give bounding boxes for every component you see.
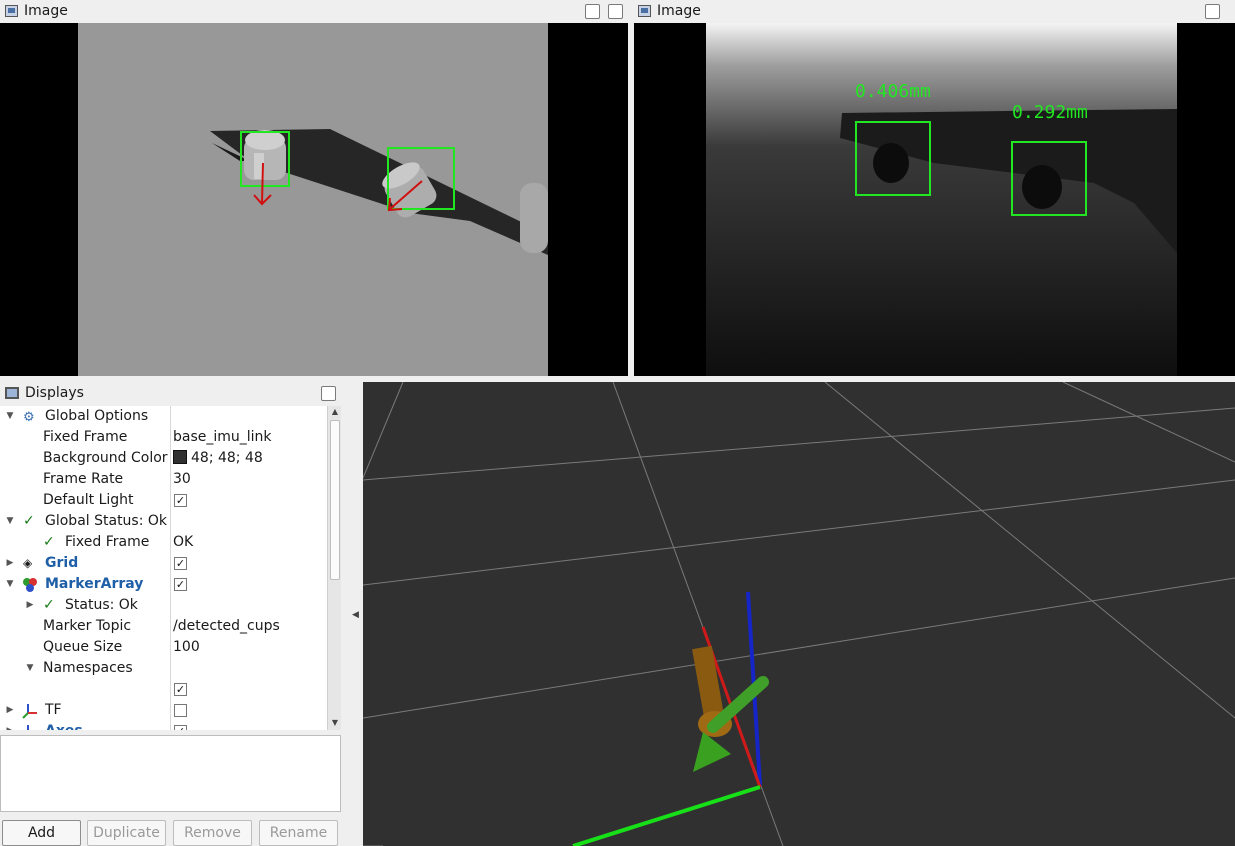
remove-button[interactable]: Remove <box>173 820 252 846</box>
description-box <box>0 735 341 812</box>
tree-row-queue-size[interactable]: Queue Size 100 <box>0 637 327 658</box>
chevron-down-icon[interactable]: ▼ <box>25 658 35 679</box>
displays-tree[interactable]: ▼ ⚙ Global Options Fixed Frame base_imu_… <box>0 406 327 730</box>
grid-checkbox[interactable]: ✓ <box>174 557 187 570</box>
close-button[interactable] <box>608 4 623 19</box>
image-panel-right-titlebar: Image <box>633 0 1235 22</box>
image-view-right: 0.406mm 0.292mm <box>634 23 1235 376</box>
markers-icon <box>22 577 38 593</box>
undock-button[interactable] <box>1205 4 1220 19</box>
depth-label: 0.406mm <box>855 81 931 102</box>
tree-row-status-fixed-frame[interactable]: ✓ Fixed Frame OK <box>0 532 327 553</box>
tree-row-global-status[interactable]: ▼ ✓ Global Status: Ok <box>0 511 327 532</box>
image-panel-right-title: Image <box>657 3 701 19</box>
gear-icon: ⚙ <box>23 410 35 425</box>
tf-checkbox[interactable] <box>174 704 187 717</box>
check-icon: ✓ <box>23 513 35 529</box>
tree-row-fixed-frame[interactable]: Fixed Frame base_imu_link <box>0 427 327 448</box>
tree-row-marker-topic[interactable]: Marker Topic /detected_cups <box>0 616 327 637</box>
tree-row-grid[interactable]: ▶ ◈ Grid ✓ <box>0 553 327 574</box>
duplicate-button[interactable]: Duplicate <box>87 820 166 846</box>
scroll-down-icon[interactable]: ▼ <box>328 717 342 729</box>
rename-button[interactable]: Rename <box>259 820 338 846</box>
color-swatch <box>173 450 187 464</box>
chevron-right-icon[interactable]: ▶ <box>5 700 15 721</box>
check-icon: ✓ <box>43 597 55 613</box>
tree-row-default-light[interactable]: Default Light ✓ <box>0 490 327 511</box>
tree-scrollbar[interactable]: ▲ ▼ <box>327 406 341 730</box>
tree-row-namespace-item[interactable]: ✓ <box>0 679 327 700</box>
chevron-down-icon[interactable]: ▼ <box>5 511 15 532</box>
tree-row-global-options[interactable]: ▼ ⚙ Global Options <box>0 406 327 427</box>
tree-row-markerarray[interactable]: ▼ MarkerArray ✓ <box>0 574 327 595</box>
depth-label: 0.292mm <box>1012 102 1088 123</box>
image-view-left <box>0 23 628 376</box>
chevron-down-icon[interactable]: ▼ <box>5 406 15 427</box>
scroll-up-icon[interactable]: ▲ <box>328 406 342 418</box>
render-viewport[interactable] <box>363 382 1235 846</box>
image-panel-left-title: Image <box>24 3 68 19</box>
grid-icon: ◈ <box>23 556 33 570</box>
tree-row-frame-rate[interactable]: Frame Rate 30 <box>0 469 327 490</box>
tree-row-status-ok[interactable]: ▶ ✓ Status: Ok <box>0 595 327 616</box>
image-icon <box>638 5 651 17</box>
image-icon <box>5 5 18 17</box>
collapse-arrow-icon[interactable]: ◀ <box>352 610 359 620</box>
axes-checkbox[interactable]: ✓ <box>174 725 187 730</box>
displays-titlebar: Displays <box>0 382 341 404</box>
tree-row-tf[interactable]: ▶ TF <box>0 700 327 721</box>
add-button[interactable]: Add <box>2 820 81 846</box>
default-light-checkbox[interactable]: ✓ <box>174 494 187 507</box>
image-panel-left-titlebar: Image <box>0 0 628 22</box>
tree-row-background-color[interactable]: Background Color 48; 48; 48 <box>0 448 327 469</box>
tree-row-namespaces[interactable]: ▼ Namespaces <box>0 658 327 679</box>
markerarray-checkbox[interactable]: ✓ <box>174 578 187 591</box>
chevron-right-icon[interactable]: ▶ <box>5 721 15 730</box>
undock-button[interactable] <box>585 4 600 19</box>
chevron-right-icon[interactable]: ▶ <box>5 553 15 574</box>
axes-icon <box>22 724 38 730</box>
chevron-down-icon[interactable]: ▼ <box>5 574 15 595</box>
monitor-icon <box>5 387 19 399</box>
check-icon: ✓ <box>43 534 55 550</box>
namespace-checkbox[interactable]: ✓ <box>174 683 187 696</box>
tree-row-axes[interactable]: ▶ Axes ✓ <box>0 721 327 730</box>
displays-title: Displays <box>25 385 84 401</box>
chevron-right-icon[interactable]: ▶ <box>25 595 35 616</box>
undock-button[interactable] <box>321 386 336 401</box>
scroll-thumb[interactable] <box>330 420 340 580</box>
